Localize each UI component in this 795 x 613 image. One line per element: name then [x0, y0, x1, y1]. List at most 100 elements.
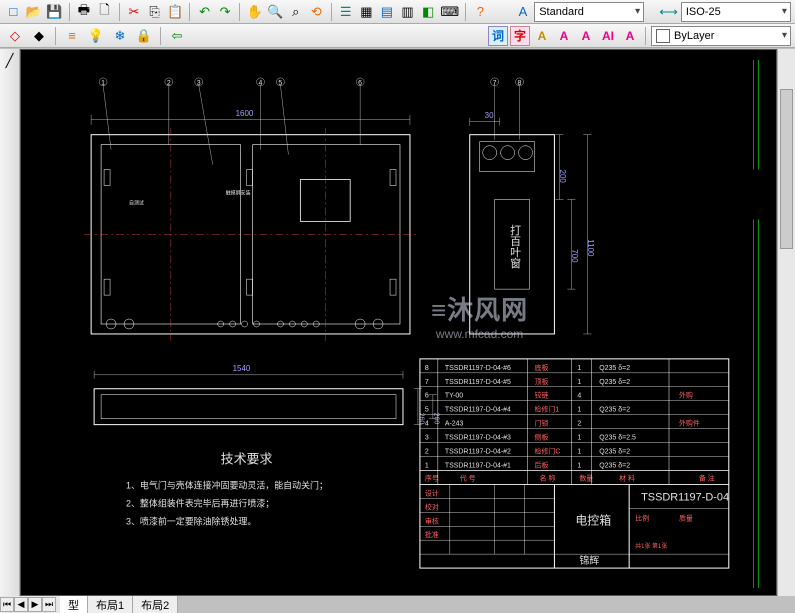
secondary-toolbar: ◇ ◆ ≡ 💡 ❄ 🔒 ⇦ 词 字 A A A AI A ByLayer	[0, 24, 795, 48]
open-icon[interactable]: 📂	[25, 2, 44, 22]
svg-text:1: 1	[577, 462, 581, 469]
svg-text:电控箱: 电控箱	[575, 512, 611, 527]
save-icon[interactable]: 💾	[45, 2, 64, 22]
svg-text:1: 1	[577, 435, 581, 442]
paste-icon[interactable]: 📋	[166, 2, 185, 22]
properties-icon[interactable]: ☰	[336, 2, 355, 22]
svg-text:Q235 δ=2.5: Q235 δ=2.5	[599, 435, 636, 442]
layer-states-icon[interactable]: ≡	[61, 26, 83, 46]
zoom-window-icon[interactable]: ⌕	[286, 2, 305, 22]
text-style-dropdown[interactable]: Standard	[534, 2, 644, 22]
svg-text:锦辉: 锦辉	[579, 554, 599, 567]
svg-text:批准: 批准	[425, 530, 439, 539]
a4-button[interactable]: A	[620, 26, 640, 46]
text-style-icon[interactable]: A	[514, 2, 533, 22]
a3-button[interactable]: AI	[598, 26, 618, 46]
vertical-scrollbar[interactable]	[777, 49, 795, 596]
ci-button[interactable]: 词	[488, 26, 508, 46]
tab-layout2[interactable]: 布局2	[133, 596, 178, 613]
tab-prev-icon[interactable]: ◀	[14, 597, 28, 612]
svg-text:1: 1	[425, 462, 429, 469]
tab-layout1[interactable]: 布局1	[88, 596, 133, 613]
copy-icon[interactable]: ⎘	[145, 2, 164, 22]
svg-text:触摸屏安装: 触摸屏安装	[226, 189, 251, 196]
zoom-prev-icon[interactable]: ⟲	[307, 2, 326, 22]
tab-model[interactable]: 型	[60, 596, 88, 613]
layer-icon[interactable]: ◇	[4, 26, 26, 46]
svg-text:30: 30	[485, 111, 494, 120]
color-swatch-icon	[656, 29, 670, 43]
svg-text:打百叶窗: 打百叶窗	[509, 223, 521, 269]
plot-preview-icon[interactable]: 🗋	[95, 2, 114, 22]
layout-tabs: ⏮ ◀ ▶ ⏭ 型 布局1 布局2	[0, 596, 178, 613]
svg-text:TSSDR1197-D-04-#2: TSSDR1197-D-04-#2	[445, 449, 511, 456]
line-icon[interactable]: ╱	[0, 51, 21, 71]
svg-text:技术要求: 技术要求	[221, 451, 273, 466]
svg-text:比例: 比例	[635, 513, 649, 522]
stack-a-button[interactable]: A	[532, 26, 552, 46]
svg-text:检修门C: 检修门C	[535, 447, 561, 456]
svg-text:检修门1: 检修门1	[535, 405, 560, 414]
markup-icon[interactable]: ◧	[419, 2, 438, 22]
layer-color-dropdown[interactable]: ByLayer	[651, 26, 791, 46]
svg-text:备 注: 备 注	[699, 473, 715, 482]
svg-text:6: 6	[425, 393, 429, 400]
svg-text:260: 260	[417, 413, 424, 425]
layer-prev-icon[interactable]: ⇦	[166, 26, 188, 46]
help-icon[interactable]: ?	[471, 2, 490, 22]
tab-last-icon[interactable]: ⏭	[42, 597, 56, 612]
sheet-set-icon[interactable]: ▥	[398, 2, 417, 22]
svg-text:TSSDR1197-D-04-#5: TSSDR1197-D-04-#5	[445, 379, 511, 386]
svg-text:校对: 校对	[425, 502, 439, 511]
svg-text:260: 260	[432, 413, 439, 425]
svg-text:2: 2	[577, 421, 581, 428]
a1-button[interactable]: A	[554, 26, 574, 46]
tool-palettes-icon[interactable]: ▤	[378, 2, 397, 22]
svg-text:4: 4	[577, 393, 581, 400]
svg-text:5: 5	[278, 80, 282, 87]
layer-off-icon[interactable]: ◆	[28, 26, 50, 46]
zi-button[interactable]: 字	[510, 26, 530, 46]
freeze-icon[interactable]: ❄	[109, 26, 131, 46]
qcalc-icon[interactable]: ⌨	[439, 2, 460, 22]
svg-text:名 称: 名 称	[539, 473, 555, 482]
print-icon[interactable]: 🖶	[75, 2, 94, 22]
svg-text:质量: 质量	[679, 513, 693, 522]
a2-button[interactable]: A	[576, 26, 596, 46]
svg-text:侧板: 侧板	[535, 433, 549, 442]
zoom-realtime-icon[interactable]: 🔍	[266, 2, 285, 22]
drawing-viewport[interactable]: 打百叶窗 30 200 700 1100 1600 1 2 3	[20, 49, 777, 596]
svg-text:A-243: A-243	[445, 421, 464, 428]
svg-text:TSSDR1197-D-04-#3: TSSDR1197-D-04-#3	[445, 435, 511, 442]
dim-style-icon[interactable]: ⟷	[658, 2, 679, 22]
svg-text:1: 1	[577, 365, 581, 372]
tab-next-icon[interactable]: ▶	[28, 597, 42, 612]
tab-first-icon[interactable]: ⏮	[0, 597, 14, 612]
undo-icon[interactable]: ↶	[195, 2, 214, 22]
svg-text:4: 4	[425, 421, 429, 428]
svg-text:3: 3	[425, 435, 429, 442]
dim-style-dropdown[interactable]: ISO-25	[681, 2, 791, 22]
svg-text:序号: 序号	[425, 473, 439, 482]
title-block: 8TSSDR1197-D-04-#6底板1Q235 δ=27TSSDR1197-…	[420, 359, 729, 568]
svg-text:材 料: 材 料	[619, 473, 635, 482]
svg-text:后板: 后板	[535, 460, 549, 469]
design-center-icon[interactable]: ▦	[357, 2, 376, 22]
scrollbar-thumb[interactable]	[780, 89, 793, 249]
light-icon[interactable]: 💡	[85, 26, 107, 46]
svg-text:Q235 δ=2: Q235 δ=2	[599, 365, 630, 372]
svg-text:铰链: 铰链	[535, 391, 549, 400]
redo-icon[interactable]: ↷	[216, 2, 235, 22]
svg-text:3、喷漆前一定要除油除锈处理。: 3、喷漆前一定要除油除锈处理。	[126, 515, 256, 526]
lock-icon[interactable]: 🔒	[133, 26, 155, 46]
cut-icon[interactable]: ✂	[125, 2, 144, 22]
new-icon[interactable]: □	[4, 2, 23, 22]
svg-text:Q235 δ=2: Q235 δ=2	[599, 379, 630, 386]
pan-icon[interactable]: ✋	[245, 2, 264, 22]
svg-text:设计: 设计	[425, 488, 439, 497]
svg-text:1、电气门与壳体连接冲固要动灵活，能自动关门；: 1、电气门与壳体连接冲固要动灵活，能自动关门；	[126, 479, 328, 490]
svg-text:TSSDR1197-D-04-#6: TSSDR1197-D-04-#6	[445, 365, 511, 372]
svg-text:TY-00: TY-00	[445, 393, 463, 400]
svg-text:2: 2	[425, 449, 429, 456]
svg-text:7: 7	[493, 80, 497, 87]
